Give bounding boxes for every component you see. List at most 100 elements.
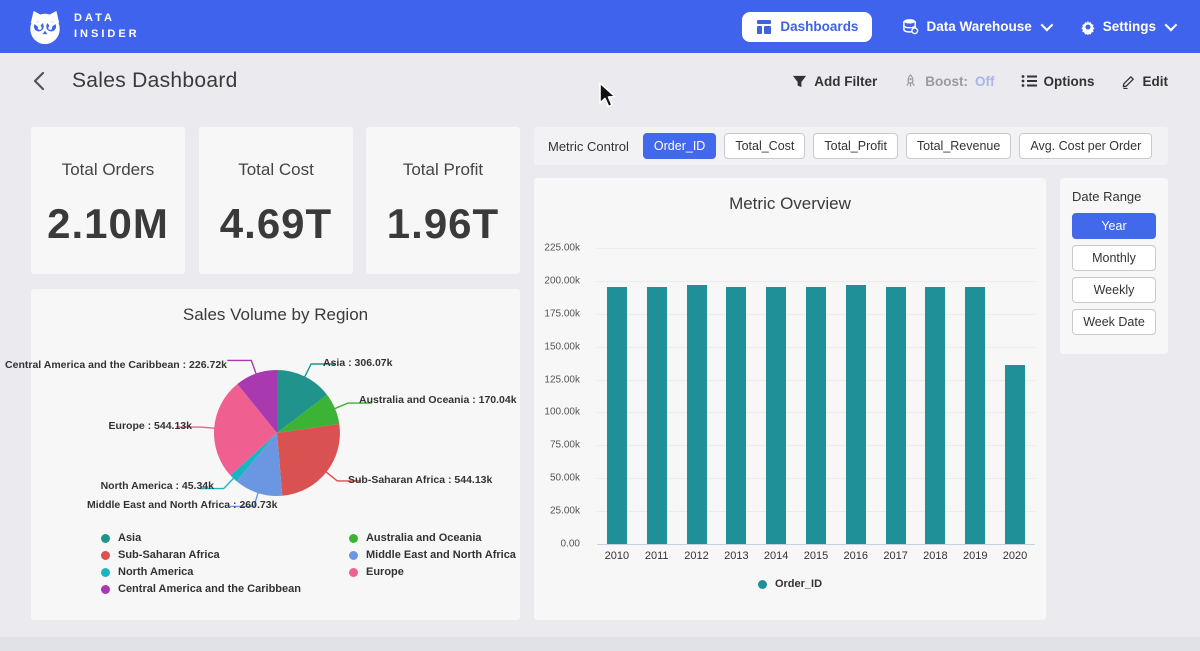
pie-label-europe: Europe : 544.13k [109,420,192,432]
pie-label-australia-oceania: Australia and Oceania : 170.04k [359,394,517,406]
pie-slice-australia-and-oceania[interactable] [277,395,339,433]
y-axis-tick: 50.00k [550,473,580,484]
bar-2017[interactable] [886,287,906,544]
bar-2014[interactable] [766,287,786,544]
settings-menu[interactable]: Settings [1080,19,1174,35]
metric-button-total-profit[interactable]: Total_Profit [813,133,898,159]
bar-2010[interactable] [607,287,627,544]
y-axis-tick: 0.00 [561,539,580,550]
sales-volume-by-region-panel: Sales Volume by Region Asia : 306.07k Au… [31,289,520,620]
pie-slice-middle-east-and-north-africa[interactable] [237,433,283,496]
dashboard-toolbar: Sales Dashboard Add Filter Boost: Off [0,53,1200,109]
pie-label-middle-east-north-africa: Middle East and North Africa : 260.73k [87,499,277,511]
bar-chart-legend: Order_ID [534,578,1046,590]
bar-2015[interactable] [806,287,826,544]
bar-chart-x-axis: 2010201120122013201420152016201720182019… [597,550,1035,562]
bar-2012[interactable] [687,285,707,544]
bar-slot [955,248,995,544]
add-filter-button[interactable]: Add Filter [792,74,877,89]
pie-slice-north-america[interactable] [230,433,277,481]
metric-button-avg-cost-per-order[interactable]: Avg. Cost per Order [1019,133,1152,159]
gridline [597,544,1035,545]
legend-item-sub-saharan-africa[interactable]: Sub-Saharan Africa [101,549,301,561]
pie-slice-central-america-and-the-caribbean[interactable] [237,370,277,433]
date-range-year-button[interactable]: Year [1072,213,1156,239]
date-range-week-date-button[interactable]: Week Date [1072,309,1156,335]
pie-slice-sub-saharan-africa[interactable] [277,424,340,496]
legend-dot [758,580,767,589]
kpi-card-total-profit: Total Profit 1.96T [366,127,520,274]
y-axis-tick: 175.00k [544,308,580,319]
y-axis-tick: 200.00k [544,275,580,286]
legend-item-order-id: Order_ID [758,578,822,590]
dashboards-label: Dashboards [780,19,858,34]
bar-2019[interactable] [965,287,985,544]
bar-2013[interactable] [726,287,746,544]
legend-item-central-america-and-the-caribbean[interactable]: Central America and the Caribbean [101,583,301,595]
x-axis-tick: 2018 [916,550,956,562]
page-title: Sales Dashboard [72,69,238,93]
metric-control-label: Metric Control [548,139,629,154]
date-range-weekly-button[interactable]: Weekly [1072,277,1156,303]
legend-dot [101,568,110,577]
x-axis-tick: 2010 [597,550,637,562]
gear-icon [1080,19,1096,35]
metric-button-total-revenue[interactable]: Total_Revenue [906,133,1011,159]
pie-slice-asia[interactable] [277,370,327,433]
chevron-down-icon [1040,19,1053,32]
y-axis-tick: 125.00k [544,374,580,385]
y-axis-tick: 150.00k [544,341,580,352]
bar-slot [796,248,836,544]
legend-item-north-america[interactable]: North America [101,566,301,578]
footer-band [0,637,1200,651]
data-warehouse-menu[interactable]: Data Warehouse [902,18,1049,35]
bar-slot [677,248,717,544]
bar-2016[interactable] [846,285,866,544]
edit-button[interactable]: Edit [1121,74,1169,89]
brand-logo[interactable]: DATA INSIDER [26,8,140,46]
metric-button-order-id[interactable]: Order_ID [643,133,716,159]
x-axis-tick: 2016 [836,550,876,562]
sales-dashboard-app: DATA INSIDER Dashboards [0,0,1200,651]
brand-name: DATA INSIDER [74,11,140,43]
legend-item-europe[interactable]: Europe [349,566,516,578]
boost-toggle[interactable]: Boost: Off [903,74,994,89]
boost-state: Off [975,74,995,89]
bar-chart-plot-area[interactable]: 0.0025.00k50.00k75.00k100.00k125.00k150.… [597,248,1035,544]
legend-dot [349,568,358,577]
kpi-value: 2.10M [31,200,185,248]
date-range-monthly-button[interactable]: Monthly [1072,245,1156,271]
kpi-value: 4.69T [199,200,353,248]
pie-label-asia: Asia : 306.07k [323,357,392,369]
legend-item-australia-and-oceania[interactable]: Australia and Oceania [349,532,516,544]
bar-slot [637,248,677,544]
options-button[interactable]: Options [1021,74,1095,89]
legend-item-asia[interactable]: Asia [101,532,301,544]
back-button[interactable] [32,71,52,91]
dashboards-button[interactable]: Dashboards [742,12,872,42]
bar-series [597,248,1035,544]
bar-slot [756,248,796,544]
x-axis-tick: 2014 [756,550,796,562]
kpi-label: Total Orders [31,160,185,180]
kpi-label: Total Cost [199,160,353,180]
bar-slot [836,248,876,544]
bar-2018[interactable] [925,287,945,544]
date-range-panel: Date Range Year Monthly Weekly Week Date [1060,178,1168,354]
settings-label: Settings [1103,19,1156,34]
metric-overview-panel: Metric Overview 0.0025.00k50.00k75.00k10… [534,178,1046,620]
legend-item-middle-east-and-north-africa[interactable]: Middle East and North Africa [349,549,516,561]
kpi-card-total-cost: Total Cost 4.69T [199,127,353,274]
bar-chart-title: Metric Overview [534,178,1046,214]
bar-2020[interactable] [1005,365,1025,544]
bar-2011[interactable] [647,287,667,544]
kpi-label: Total Profit [366,160,520,180]
pie-slice-europe[interactable] [214,384,277,475]
metric-button-total-cost[interactable]: Total_Cost [724,133,805,159]
bar-slot [597,248,637,544]
pie-label-north-america: North America : 45.34k [101,480,214,492]
date-range-label: Date Range [1072,189,1156,204]
toolbar-actions: Add Filter Boost: Off [792,74,1168,89]
x-axis-tick: 2017 [876,550,916,562]
legend-dot [101,585,110,594]
